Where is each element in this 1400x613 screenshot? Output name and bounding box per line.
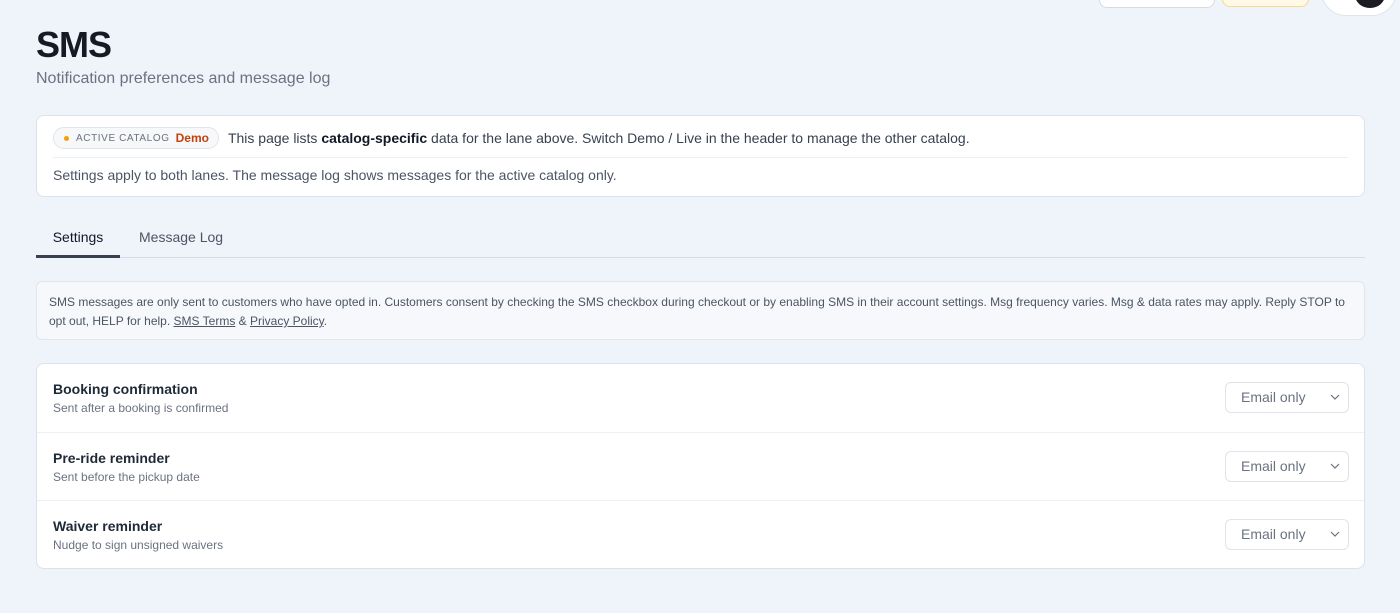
catalog-info-bold: catalog-specific [321,130,428,146]
setting-title: Pre-ride reminder [53,450,170,466]
catalog-note: Settings apply to both lanes. The messag… [53,167,617,183]
channel-select-value: Email only [1241,389,1306,405]
privacy-policy-link[interactable]: Privacy Policy [250,314,324,328]
setting-row-waiver-reminder: Waiver reminder Nudge to sign unsigned w… [37,500,1364,568]
badge-value: Demo [175,131,209,145]
setting-row-booking-confirmation: Booking confirmation Sent after a bookin… [37,364,1364,432]
setting-description: Sent before the pickup date [53,470,200,484]
chevron-down-icon [1330,463,1340,469]
status-dot-icon [64,135,69,141]
setting-title: Waiver reminder [53,518,163,534]
setting-description: Sent after a booking is confirmed [53,401,229,415]
tab-settings[interactable]: Settings [36,223,120,258]
tab-bar: Settings Message Log [36,223,1365,258]
page-subtitle: Notification preferences and message log [36,70,331,87]
catalog-info-text: This page lists catalog-specific data fo… [228,130,970,146]
consent-separator: & [235,314,250,328]
channel-select-value: Email only [1241,458,1306,474]
catalog-info-suffix: data for the lane above. Switch Demo / L… [427,130,970,146]
active-catalog-banner: ACTIVE CATALOG Demo This page lists cata… [36,115,1365,197]
notification-settings-list: Booking confirmation Sent after a bookin… [36,363,1365,569]
header-button[interactable] [1099,0,1215,8]
setting-description: Nudge to sign unsigned waivers [53,538,224,552]
sms-consent-notice: SMS messages are only sent to customers … [36,281,1365,340]
consent-end: . [323,314,328,328]
sms-terms-link[interactable]: SMS Terms [174,314,236,328]
divider [53,157,1348,158]
setting-row-pre-ride-reminder: Pre-ride reminder Sent before the pickup… [37,432,1364,500]
catalog-info-prefix: This page lists [227,130,322,146]
chevron-down-icon [1330,394,1340,400]
catalog-toggle-button[interactable] [1222,0,1309,7]
chevron-down-icon [1330,531,1340,537]
tab-message-log[interactable]: Message Log [139,223,223,258]
channel-select-value: Email only [1241,526,1306,542]
badge-label: ACTIVE CATALOG [76,132,170,144]
channel-select[interactable]: Email only [1225,519,1349,550]
page-title: SMS [36,24,112,65]
active-catalog-badge: ACTIVE CATALOG Demo [53,127,219,149]
channel-select[interactable]: Email only [1225,451,1349,482]
setting-title: Booking confirmation [53,381,198,397]
channel-select[interactable]: Email only [1225,382,1349,413]
